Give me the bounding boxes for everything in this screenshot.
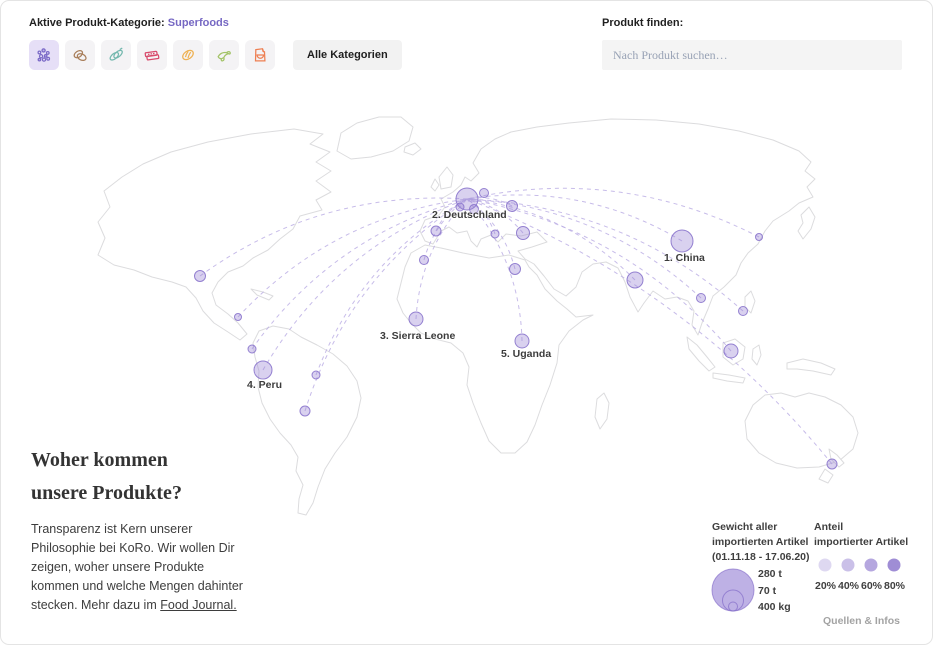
bars-icon: [142, 45, 162, 65]
sources-link[interactable]: Quellen & Infos: [823, 615, 900, 627]
import-bubble[interactable]: [480, 189, 489, 198]
import-bubble[interactable]: [300, 406, 310, 416]
landmass-java: [713, 373, 745, 383]
category-snack-button[interactable]: [209, 40, 239, 70]
snack-icon: [214, 45, 234, 65]
import-bubble[interactable]: [627, 272, 643, 288]
category-superfoods-button[interactable]: [29, 40, 59, 70]
import-bubble[interactable]: [724, 344, 738, 358]
share-scale-labels: 20% 40% 60% 80%: [814, 580, 906, 592]
share-legend-title-line2: importierter Artikel: [814, 535, 908, 550]
active-category-label: Aktive Produkt-Kategorie: Superfoods: [29, 17, 229, 29]
import-bubble[interactable]: [671, 230, 693, 252]
import-bubble[interactable]: [254, 361, 272, 379]
weight-scale-circles: [709, 564, 757, 612]
import-bubble[interactable]: [248, 345, 256, 353]
food-journal-link[interactable]: Food Journal.: [160, 598, 236, 612]
active-category-caption: Aktive Produkt-Kategorie:: [29, 17, 165, 29]
category-dried-fruit-button[interactable]: [101, 40, 131, 70]
category-pantry-button[interactable]: [245, 40, 275, 70]
nuts-icon: [70, 45, 90, 65]
intro-text: Transparenz ist Kern unserer Philosophie…: [31, 520, 249, 615]
share-label-20: 20%: [814, 580, 837, 592]
all-categories-button[interactable]: Alle Kategorien: [293, 40, 402, 70]
page-title-line1: Woher kommen: [31, 444, 249, 477]
landmass-madagascar: [595, 393, 609, 429]
landmass-ireland: [431, 179, 439, 191]
landmass-south-america: [253, 326, 361, 515]
landmass-caribbean: [251, 289, 273, 300]
product-origin-map-page: 1. China2. Deutschland3. Sierra Leone4. …: [0, 0, 933, 645]
share-legend: Anteil importierter Artikel 20% 40% 60% …: [814, 520, 908, 592]
share-legend-title: Anteil importierter Artikel: [814, 520, 908, 550]
import-bubble[interactable]: [697, 294, 706, 303]
weight-legend: Gewicht aller importierten Artikel (01.1…: [712, 520, 822, 630]
page-title: Woher kommen unsere Produkte?: [31, 444, 249, 510]
category-chip-row: [29, 40, 275, 70]
import-bubble[interactable]: [409, 312, 423, 326]
import-bubble[interactable]: [756, 234, 763, 241]
weight-label-max: 280 t: [758, 566, 791, 583]
dried-fruit-icon: [106, 45, 126, 65]
landmass-japan: [798, 207, 815, 239]
weight-legend-date-range: (01.11.18 - 17.06.20): [712, 550, 822, 565]
import-bubble[interactable]: [195, 271, 206, 282]
import-bubble[interactable]: [491, 230, 499, 238]
landmass-greenland: [337, 117, 413, 159]
product-search-input[interactable]: [602, 40, 902, 70]
import-bubble[interactable]: [431, 226, 441, 236]
fruit-icon: [178, 45, 198, 65]
share-legend-title-line1: Anteil: [814, 520, 908, 535]
weight-label-min: 400 kg: [758, 599, 791, 616]
share-label-40: 40%: [837, 580, 860, 592]
find-product-label: Produkt finden:: [602, 17, 683, 29]
share-label-80: 80%: [883, 580, 906, 592]
active-category-value: Superfoods: [168, 17, 229, 29]
weight-legend-title-line1: Gewicht aller: [712, 520, 822, 535]
landmass-australia: [745, 393, 858, 468]
share-scale-circles: [814, 557, 906, 573]
landmass-sumatra: [687, 337, 715, 371]
import-bubble[interactable]: [235, 314, 242, 321]
landmass-new-guinea: [787, 359, 835, 375]
import-bubble[interactable]: [515, 334, 529, 348]
import-bubble[interactable]: [827, 459, 837, 469]
import-bubble[interactable]: [312, 371, 320, 379]
import-bubble[interactable]: [470, 205, 479, 214]
weight-legend-title-line2: importierten Artikel: [712, 535, 822, 550]
share-label-60: 60%: [860, 580, 883, 592]
category-bars-button[interactable]: [137, 40, 167, 70]
category-nuts-button[interactable]: [65, 40, 95, 70]
weight-scale-labels: 280 t 70 t 400 kg: [758, 566, 791, 616]
page-title-line2: unsere Produkte?: [31, 477, 249, 510]
landmass-new-zealand-south: [819, 469, 833, 483]
import-bubble[interactable]: [510, 264, 521, 275]
landmass-north-america: [98, 129, 331, 340]
superfoods-icon: [34, 45, 54, 65]
intro-block: Woher kommen unsere Produkte? Transparen…: [31, 444, 249, 615]
import-bubble[interactable]: [517, 227, 530, 240]
import-bubble[interactable]: [420, 256, 429, 265]
import-bubble[interactable]: [507, 201, 518, 212]
landmass-sulawesi: [752, 345, 761, 365]
pantry-icon: [250, 45, 270, 65]
category-fruit-button[interactable]: [173, 40, 203, 70]
import-bubble[interactable]: [456, 203, 464, 211]
landmass-united-kingdom: [439, 167, 453, 189]
import-bubble[interactable]: [739, 307, 748, 316]
weight-label-mid: 70 t: [758, 583, 791, 600]
weight-legend-title: Gewicht aller importierten Artikel (01.1…: [712, 520, 822, 565]
landmass-iceland: [404, 143, 421, 155]
